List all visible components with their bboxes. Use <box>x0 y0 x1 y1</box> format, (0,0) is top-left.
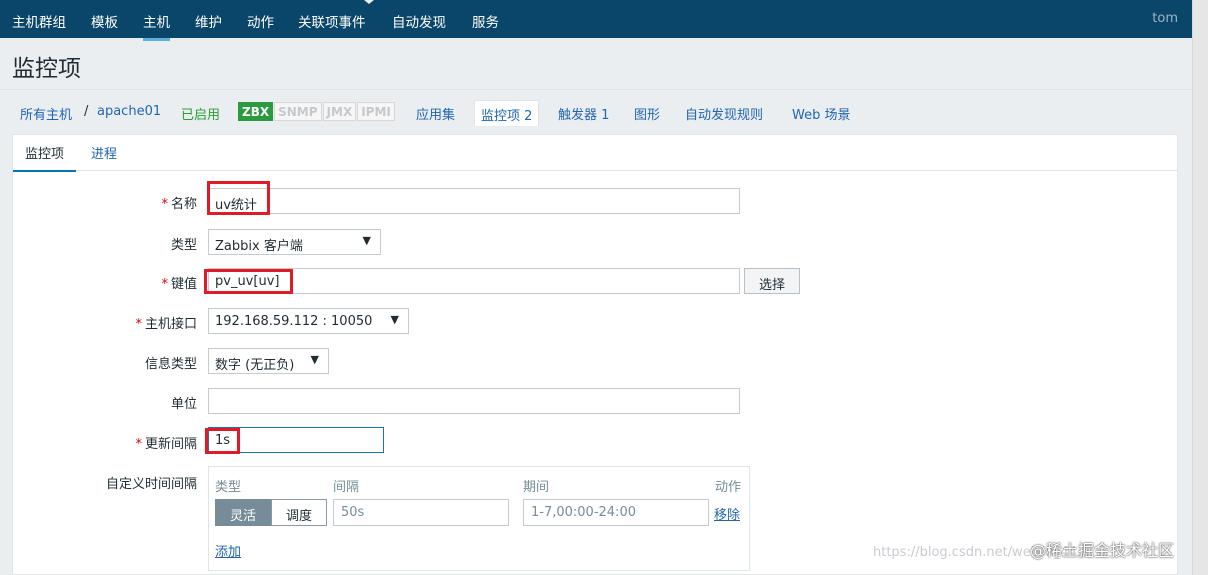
interval-type-toggle: 灵活 调度 <box>215 499 328 526</box>
period-input[interactable]: 1-7,00:00-24:00 <box>523 499 709 526</box>
nav-hosts[interactable]: 主机 <box>143 11 170 41</box>
badge-jmx: JMX <box>322 102 357 121</box>
badge-ipmi: IPMI <box>357 102 395 121</box>
badge-zbx: ZBX <box>238 102 274 121</box>
chevron-down-icon: ▼ <box>362 234 371 247</box>
remove-link[interactable]: 移除 <box>714 504 740 523</box>
breadcrumb-separator: / <box>84 104 89 119</box>
form-tabs: 监控项 进程 <box>13 135 1177 172</box>
breadcrumb-host[interactable]: apache01 <box>97 104 161 119</box>
info-type-label: 信息类型 <box>144 357 197 372</box>
scheduling-option[interactable]: 调度 <box>271 499 328 526</box>
update-interval-input[interactable]: 1s <box>208 427 384 453</box>
nav-notch <box>364 0 374 4</box>
column-period: 期间 <box>523 480 550 495</box>
flexible-option[interactable]: 灵活 <box>215 499 272 526</box>
info-type-select[interactable]: 数字 (无正负) ▼ <box>208 348 329 374</box>
page-scrollbar[interactable] <box>1192 0 1208 575</box>
name-label: * 名称 <box>161 197 197 212</box>
tab-preprocessing[interactable]: 进程 <box>91 143 117 162</box>
page-title: 监控项 <box>12 56 81 82</box>
nav-actions[interactable]: 动作 <box>247 11 274 31</box>
select-key-button[interactable]: 选择 <box>744 268 800 294</box>
nav-services[interactable]: 服务 <box>472 11 499 31</box>
custom-intervals-label: 自定义时间间隔 <box>105 477 197 492</box>
units-input[interactable] <box>208 388 740 414</box>
units-label: 单位 <box>170 397 197 412</box>
host-items-link[interactable]: 监控项 2 <box>474 100 540 126</box>
host-applications-link[interactable]: 应用集 <box>416 104 455 123</box>
nav-host-groups[interactable]: 主机群组 <box>12 11 66 31</box>
interval-input[interactable]: 50s <box>333 499 509 526</box>
host-navigation: 所有主机 / apache01 已启用 ZBX SNMP JMX IPMI 应用… <box>0 100 1190 126</box>
type-select[interactable]: Zabbix 客户端 ▼ <box>208 229 381 255</box>
host-graphs-link[interactable]: 图形 <box>634 104 660 123</box>
custom-intervals-table: 类型 间隔 期间 动作 灵活 调度 50s 1-7,00:00-24:00 移除… <box>208 466 750 571</box>
key-label: * 键值 <box>161 277 197 292</box>
divider <box>0 89 1192 90</box>
type-label: 类型 <box>170 238 197 253</box>
add-link[interactable]: 添加 <box>215 541 241 560</box>
column-type: 类型 <box>215 480 242 495</box>
name-input[interactable]: uv统计 <box>208 188 740 214</box>
chevron-down-icon: ▼ <box>310 353 319 366</box>
nav-templates[interactable]: 模板 <box>91 11 118 31</box>
nav-maintenance[interactable]: 维护 <box>195 11 222 31</box>
column-interval: 间隔 <box>333 480 360 495</box>
nav-correlation[interactable]: 关联项事件 <box>298 11 366 31</box>
nav-discovery[interactable]: 自动发现 <box>392 11 446 31</box>
host-web-link[interactable]: Web 场景 <box>792 104 850 123</box>
top-navigation: 主机群组 模板 主机 维护 动作 关联项事件 自动发现 服务 tom <box>0 0 1192 41</box>
user-name[interactable]: tom <box>1152 11 1178 26</box>
host-discovery-link[interactable]: 自动发现规则 <box>685 104 763 123</box>
update-interval-label: * 更新间隔 <box>135 437 197 452</box>
badge-snmp: SNMP <box>274 102 322 121</box>
host-triggers-link[interactable]: 触发器 1 <box>558 104 609 123</box>
column-action: 动作 <box>715 480 742 495</box>
chevron-down-icon: ▼ <box>390 313 399 326</box>
interface-select[interactable]: 192.168.59.112 : 10050 ▼ <box>208 308 409 334</box>
tab-item[interactable]: 监控项 <box>13 143 77 172</box>
interface-label: * 主机接口 <box>135 317 197 332</box>
availability-badges: ZBX SNMP JMX IPMI <box>238 102 396 121</box>
watermark-site: @稀土掘金技术社区 <box>1030 541 1175 560</box>
host-status[interactable]: 已启用 <box>181 104 220 123</box>
key-input[interactable]: pv_uv[uv] <box>208 268 740 294</box>
breadcrumb-all-hosts[interactable]: 所有主机 <box>20 104 72 123</box>
